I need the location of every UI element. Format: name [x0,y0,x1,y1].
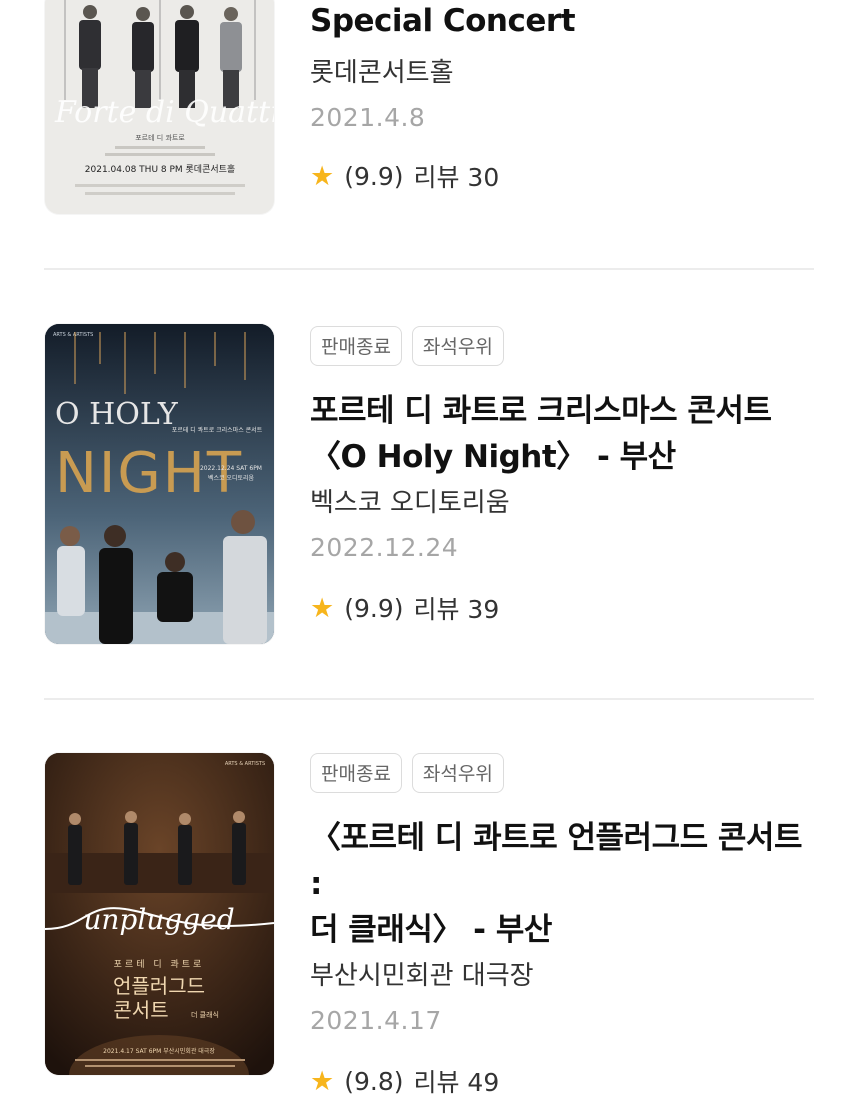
poster-image[interactable]: ARTS & ARTISTS unplugged 포르테 디 콰트로 언플러그드… [45,753,274,1075]
item-info: 판매종료 좌석우위 포르테 디 콰트로 크리스마스 콘서트 〈O Holy Ni… [310,326,820,626]
poster-line2: NIGHT [55,441,243,506]
poster-small-text: 포르테 디 콰트로 [135,133,185,142]
status-badge-seat: 좌석우위 [411,326,504,366]
poster-title-line1: 언플러그드 [113,974,205,998]
status-badge-sale-ended: 판매종료 [310,326,402,366]
date-text: 2021.4.8 [310,103,426,132]
review-count: 리뷰 30 [413,163,500,192]
star-icon: ★ [310,160,335,192]
poster-group-text: 포르테 디 콰트로 [114,959,205,970]
rating-score: (9.8) [344,1066,404,1096]
status-badge-seat: 좌석우위 [411,753,504,793]
poster-unplugged: ARTS & ARTISTS unplugged 포르테 디 콰트로 언플러그드… [45,753,274,1075]
poster-line1: O HOLY [55,397,179,432]
venue-text: 벡스코 오디토리움 [310,488,510,518]
poster-date-text: 2021.04.08 THU 8 PM 롯데콘서트홀 [85,163,235,175]
poster-date-text: 2021.4.17 SAT 6PM 부산시민회관 대극장 [103,1047,215,1055]
concert-title[interactable]: Special Concert [310,0,820,42]
concert-title-line: 더 클래식〉 - 부산 [310,912,552,948]
venue-text: 부산시민회관 대극장 [310,961,534,991]
rating-row: ★ (9.8) 리뷰 49 [310,1063,820,1099]
list-item[interactable]: ARTS & ARTISTS unplugged 포르테 디 콰트로 언플러그드… [0,700,856,1112]
venue-text: 롯데콘서트홀 [310,58,454,88]
poster-forte-special-concert: Forte di Quattro 포르테 디 콰트로 2021.04.08 TH… [45,0,274,214]
poster-date-text: 2022.12.24 SAT 6PM [200,465,262,472]
tag-group: 판매종료 좌석우위 [310,326,820,366]
star-icon: ★ [310,592,335,624]
concert-title-line: 〈O Holy Night〉 - 부산 [310,439,676,475]
date-text: 2021.4.17 [310,1006,442,1035]
item-info: Special Concert 롯데콘서트홀 2021.4.8 ★ (9.9) … [310,0,820,194]
concert-list: Forte di Quattro 포르테 디 콰트로 2021.04.08 TH… [0,0,856,1112]
poster-subtitle: 포르테 디 콰트로 크리스마스 콘서트 [172,426,263,434]
review-count: 리뷰 39 [413,595,500,624]
list-item[interactable]: ARTS & ARTISTS O HOLY NIGHT 포르테 디 콰트로 크리… [0,270,856,698]
poster-brand: ARTS & ARTISTS [225,761,265,767]
poster-brand: ARTS & ARTISTS [53,332,93,338]
list-item[interactable]: Forte di Quattro 포르테 디 콰트로 2021.04.08 TH… [0,0,856,268]
concert-title-line: 포르테 디 콰트로 크리스마스 콘서트 [310,393,772,429]
poster-venue-text: 벡스코 오디토리움 [208,474,255,482]
poster-script-text: unplugged [83,903,234,936]
rating-row: ★ (9.9) 리뷰 30 [310,158,820,194]
rating-score: (9.9) [344,161,404,191]
review-count: 리뷰 49 [413,1068,500,1097]
concert-title[interactable]: 포르테 디 콰트로 크리스마스 콘서트 〈O Holy Night〉 - 부산 [310,388,820,480]
poster-sub-text: 더 클래식 [191,1010,219,1019]
item-info: 판매종료 좌석우위 〈포르테 디 콰트로 언플러그드 콘서트 : 더 클래식〉 … [310,753,820,1099]
poster-title-line2: 콘서트 [113,998,168,1022]
rating-score: (9.9) [344,593,404,623]
poster-image[interactable]: Forte di Quattro 포르테 디 콰트로 2021.04.08 TH… [45,0,274,214]
date-text: 2022.12.24 [310,533,459,562]
tag-group: 판매종료 좌석우위 [310,753,820,793]
poster-image[interactable]: ARTS & ARTISTS O HOLY NIGHT 포르테 디 콰트로 크리… [45,324,274,644]
rating-row: ★ (9.9) 리뷰 39 [310,590,820,626]
status-badge-sale-ended: 판매종료 [310,753,402,793]
concert-title[interactable]: 〈포르테 디 콰트로 언플러그드 콘서트 : 더 클래식〉 - 부산 [310,815,820,953]
concert-title-line: 〈포르테 디 콰트로 언플러그드 콘서트 : [310,820,802,902]
concert-title-line: Special Concert [310,3,576,39]
star-icon: ★ [310,1065,335,1097]
poster-o-holy-night: ARTS & ARTISTS O HOLY NIGHT 포르테 디 콰트로 크리… [45,324,274,644]
poster-script-text: Forte di Quattro [54,95,274,130]
